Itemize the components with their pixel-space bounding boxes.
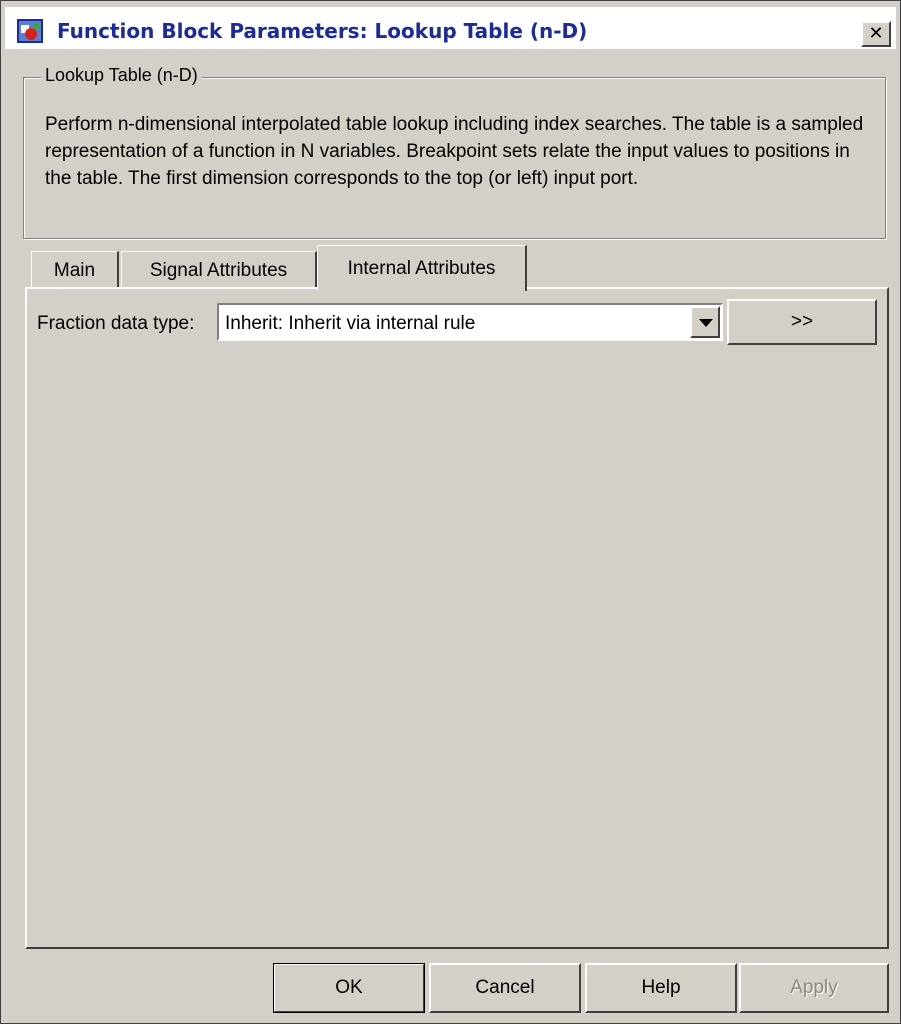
close-icon: ✕ [868,23,884,44]
tab-main-label: Main [53,259,96,281]
fraction-data-type-label: Fraction data type: [37,313,195,334]
cancel-button-label: Cancel [475,977,535,998]
tab-internal-attributes[interactable]: Internal Attributes [317,245,527,291]
tab-signal-attributes-label: Signal Attributes [149,259,288,281]
help-button-label: Help [641,977,681,998]
tab-panel-internal-attributes [25,287,889,949]
title-bar[interactable]: Function Block Parameters: Lookup Table … [5,7,896,49]
tab-signal-attributes[interactable]: Signal Attributes [121,251,317,289]
ok-button[interactable]: OK [273,963,425,1013]
chevron-down-icon[interactable] [690,306,720,338]
ok-button-label: OK [335,977,363,998]
simulink-block-icon [17,19,43,43]
show-data-type-assistant-button[interactable]: >> [727,299,877,345]
block-description: Perform n-dimensional interpolated table… [45,114,864,189]
show-data-type-assistant-label: >> [790,311,814,332]
dialog-window: Function Block Parameters: Lookup Table … [0,0,901,1024]
help-button[interactable]: Help [585,963,737,1013]
tab-main[interactable]: Main [31,251,119,289]
fraction-data-type-value: Inherit: Inherit via internal rule [225,313,476,334]
apply-button[interactable]: Apply [739,963,889,1013]
tab-internal-attributes-label: Internal Attributes [347,257,496,279]
fraction-data-type-dropdown[interactable]: Inherit: Inherit via internal rule [217,303,723,341]
cancel-button[interactable]: Cancel [429,963,581,1013]
window-title: Function Block Parameters: Lookup Table … [57,19,588,43]
groupbox-legend: Lookup Table (n-D) [41,65,202,86]
apply-button-label: Apply [790,977,838,998]
close-button[interactable]: ✕ [861,21,891,47]
